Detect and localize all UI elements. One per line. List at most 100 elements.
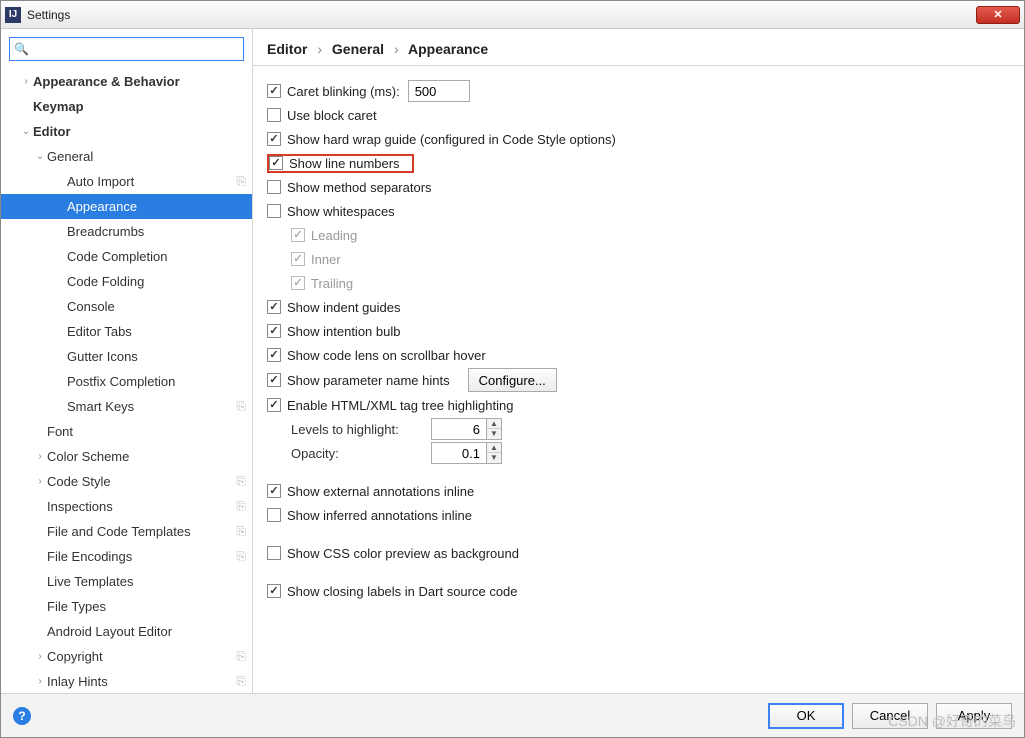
chk-show-hard-wrap[interactable]	[267, 132, 281, 146]
chk-show-line-numbers[interactable]	[269, 156, 283, 170]
tree-font[interactable]: Font	[1, 419, 252, 444]
highlight-show-line-numbers: Show line numbers	[267, 154, 414, 173]
chk-enable-html-xml[interactable]	[267, 398, 281, 412]
tree-smart-keys[interactable]: Smart Keys⎘	[1, 394, 252, 419]
chk-use-block-caret[interactable]	[267, 108, 281, 122]
cancel-button[interactable]: Cancel	[852, 703, 928, 729]
levels-label: Levels to highlight:	[291, 422, 431, 437]
chk-ws-inner[interactable]	[291, 252, 305, 266]
show-indent-guides-label: Show indent guides	[287, 300, 400, 315]
chevron-down-icon[interactable]: ▼	[487, 453, 501, 463]
app-icon: IJ	[5, 7, 21, 23]
tree-gutter-icons[interactable]: Gutter Icons	[1, 344, 252, 369]
tree-inspections[interactable]: Inspections⎘	[1, 494, 252, 519]
settings-tree: ›Appearance & Behavior Keymap ⌄Editor ⌄G…	[1, 69, 252, 693]
show-hard-wrap-label: Show hard wrap guide (configured in Code…	[287, 132, 616, 147]
show-intention-bulb-label: Show intention bulb	[287, 324, 400, 339]
show-ext-annotations-label: Show external annotations inline	[287, 484, 474, 499]
show-css-preview-label: Show CSS color preview as background	[287, 546, 519, 561]
tree-color-scheme[interactable]: ›Color Scheme	[1, 444, 252, 469]
breadcrumb-general[interactable]: General	[332, 41, 384, 57]
ws-leading-label: Leading	[311, 228, 357, 243]
tree-appearance-behavior[interactable]: ›Appearance & Behavior	[1, 69, 252, 94]
scope-icon: ⎘	[236, 549, 246, 564]
chevron-down-icon[interactable]: ▼	[487, 429, 501, 439]
levels-input[interactable]	[431, 418, 487, 440]
opacity-spinner[interactable]: ▲▼	[431, 442, 502, 464]
chk-ws-leading[interactable]	[291, 228, 305, 242]
tree-code-style[interactable]: ›Code Style⎘	[1, 469, 252, 494]
breadcrumb-editor[interactable]: Editor	[267, 41, 307, 57]
chevron-up-icon[interactable]: ▲	[487, 443, 501, 453]
ok-button[interactable]: OK	[768, 703, 844, 729]
chk-show-param-hints[interactable]	[267, 373, 281, 387]
configure-button[interactable]: Configure...	[468, 368, 557, 392]
tree-live-templates[interactable]: Live Templates	[1, 569, 252, 594]
show-param-hints-label: Show parameter name hints	[287, 373, 450, 388]
chk-show-indent-guides[interactable]	[267, 300, 281, 314]
tree-inlay-hints[interactable]: ›Inlay Hints⎘	[1, 669, 252, 693]
caret-blinking-label: Caret blinking (ms):	[287, 84, 400, 99]
show-line-numbers-label: Show line numbers	[289, 156, 400, 171]
chk-show-whitespaces[interactable]	[267, 204, 281, 218]
chevron-right-icon: ›	[317, 41, 322, 57]
tree-copyright[interactable]: ›Copyright⎘	[1, 644, 252, 669]
opacity-label: Opacity:	[291, 446, 431, 461]
breadcrumb: Editor › General › Appearance	[253, 29, 1024, 65]
tree-android-layout-editor[interactable]: Android Layout Editor	[1, 619, 252, 644]
chk-caret-blinking[interactable]	[267, 84, 281, 98]
tree-file-encodings[interactable]: File Encodings⎘	[1, 544, 252, 569]
footer: ? OK Cancel Apply	[1, 693, 1024, 737]
tree-keymap[interactable]: Keymap	[1, 94, 252, 119]
chk-show-closing-labels[interactable]	[267, 584, 281, 598]
chk-show-intention-bulb[interactable]	[267, 324, 281, 338]
chk-show-css-preview[interactable]	[267, 546, 281, 560]
chk-show-inferred-annotations[interactable]	[267, 508, 281, 522]
show-inferred-annotations-label: Show inferred annotations inline	[287, 508, 472, 523]
tree-breadcrumbs[interactable]: Breadcrumbs	[1, 219, 252, 244]
help-icon[interactable]: ?	[13, 707, 31, 725]
chk-ws-trailing[interactable]	[291, 276, 305, 290]
scope-icon: ⎘	[236, 399, 246, 414]
scope-icon: ⎘	[236, 674, 246, 689]
tree-file-types[interactable]: File Types	[1, 594, 252, 619]
show-whitespaces-label: Show whitespaces	[287, 204, 395, 219]
tree-code-completion[interactable]: Code Completion	[1, 244, 252, 269]
levels-spinner[interactable]: ▲▼	[431, 418, 502, 440]
tree-console[interactable]: Console	[1, 294, 252, 319]
chk-show-ext-annotations[interactable]	[267, 484, 281, 498]
close-button[interactable]: ✕	[976, 6, 1020, 24]
show-closing-labels-label: Show closing labels in Dart source code	[287, 584, 518, 599]
scope-icon: ⎘	[236, 524, 246, 539]
tree-appearance[interactable]: Appearance	[1, 194, 252, 219]
ws-trailing-label: Trailing	[311, 276, 353, 291]
search-box[interactable]: 🔍	[9, 37, 244, 61]
apply-button[interactable]: Apply	[936, 703, 1012, 729]
scope-icon: ⎘	[236, 474, 246, 489]
search-icon: 🔍	[14, 42, 28, 56]
tree-editor[interactable]: ⌄Editor	[1, 119, 252, 144]
show-code-lens-label: Show code lens on scrollbar hover	[287, 348, 486, 363]
chk-show-method-separators[interactable]	[267, 180, 281, 194]
settings-content: Caret blinking (ms): Use block caret Sho…	[253, 74, 1024, 693]
tree-postfix-completion[interactable]: Postfix Completion	[1, 369, 252, 394]
titlebar: IJ Settings ✕	[1, 1, 1024, 29]
scope-icon: ⎘	[236, 499, 246, 514]
chk-show-code-lens[interactable]	[267, 348, 281, 362]
scope-icon: ⎘	[236, 174, 246, 189]
chevron-up-icon[interactable]: ▲	[487, 419, 501, 429]
tree-code-folding[interactable]: Code Folding	[1, 269, 252, 294]
show-method-separators-label: Show method separators	[287, 180, 432, 195]
sidebar: 🔍 ›Appearance & Behavior Keymap ⌄Editor …	[1, 29, 253, 693]
breadcrumb-appearance: Appearance	[408, 41, 488, 57]
ws-inner-label: Inner	[311, 252, 341, 267]
tree-auto-import[interactable]: Auto Import⎘	[1, 169, 252, 194]
tree-general[interactable]: ⌄General	[1, 144, 252, 169]
caret-blinking-input[interactable]	[408, 80, 470, 102]
search-input[interactable]	[28, 38, 239, 60]
scope-icon: ⎘	[236, 649, 246, 664]
enable-html-xml-label: Enable HTML/XML tag tree highlighting	[287, 398, 513, 413]
opacity-input[interactable]	[431, 442, 487, 464]
tree-editor-tabs[interactable]: Editor Tabs	[1, 319, 252, 344]
tree-file-code-templates[interactable]: File and Code Templates⎘	[1, 519, 252, 544]
